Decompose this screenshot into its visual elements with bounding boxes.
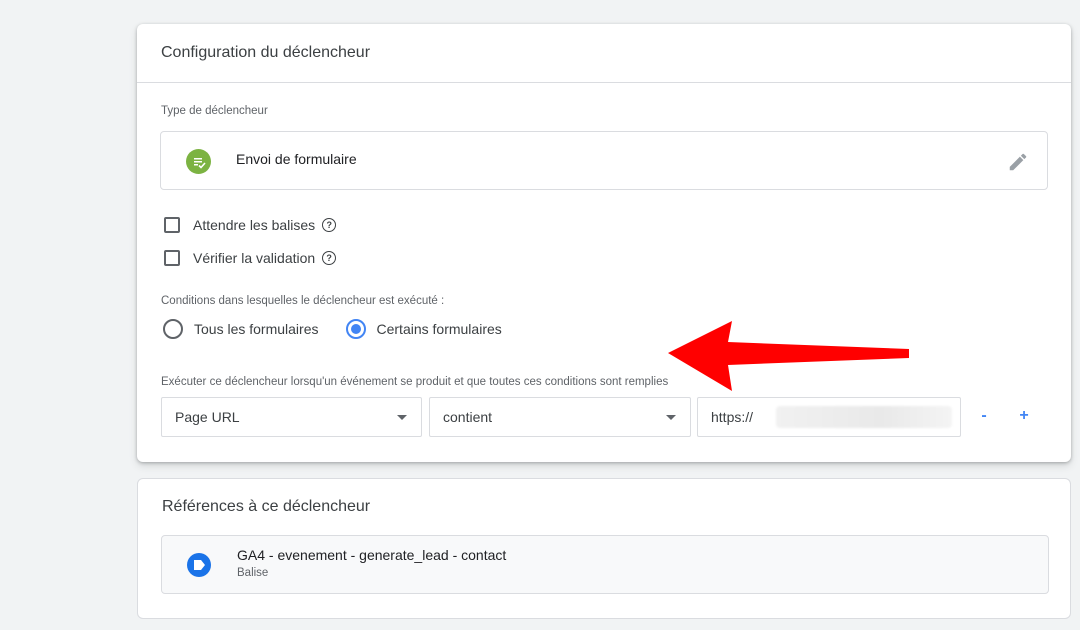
form-scope-radio-group: Tous les formulaires Certains formulaire… — [163, 319, 502, 339]
reference-kind: Balise — [237, 567, 269, 579]
conditions-label: Conditions dans lesquelles le déclencheu… — [161, 295, 445, 307]
value-input[interactable]: https:// — [697, 397, 961, 437]
trigger-configuration-card: Configuration du déclencheur Type de déc… — [137, 24, 1071, 462]
variable-select-value: Page URL — [175, 409, 240, 425]
help-icon[interactable]: ? — [322, 251, 337, 265]
add-condition-button[interactable]: + — [1014, 404, 1034, 428]
radio-all-forms[interactable]: Tous les formulaires — [163, 319, 319, 339]
check-validation-row: Vérifier la validation ? — [164, 250, 337, 266]
rule-label: Exécuter ce déclencheur lorsqu'un événem… — [161, 376, 669, 388]
tag-icon — [187, 553, 211, 577]
red-arrow-annotation — [668, 321, 909, 391]
trigger-type-box[interactable]: Envoi de formulaire — [160, 131, 1048, 190]
chevron-down-icon — [666, 415, 676, 420]
reference-item[interactable]: GA4 - evenement - generate_lead - contac… — [161, 535, 1049, 594]
card-title: Configuration du déclencheur — [137, 24, 1071, 83]
reference-name: GA4 - evenement - generate_lead - contac… — [237, 547, 507, 563]
trigger-references-card: Références à ce déclencheur GA4 - evenem… — [137, 478, 1071, 619]
radio-some-forms-button[interactable] — [345, 319, 366, 339]
form-submit-icon — [186, 149, 211, 174]
value-input-text: https:// — [711, 409, 754, 425]
trigger-type-value: Envoi de formulaire — [236, 151, 357, 167]
radio-some-forms-label: Certains formulaires — [376, 321, 502, 337]
check-validation-checkbox[interactable] — [164, 250, 180, 266]
radio-some-forms[interactable]: Certains formulaires — [345, 319, 502, 339]
operator-select-value: contient — [443, 409, 493, 425]
remove-condition-button[interactable]: - — [974, 404, 994, 428]
wait-for-tags-row: Attendre les balises ? — [164, 217, 337, 233]
check-validation-label: Vérifier la validation — [193, 250, 316, 266]
help-icon[interactable]: ? — [322, 218, 337, 232]
radio-all-forms-label: Tous les formulaires — [194, 321, 319, 337]
operator-select[interactable]: contient — [429, 397, 691, 437]
references-title: Références à ce déclencheur — [162, 498, 371, 515]
variable-select[interactable]: Page URL — [161, 397, 422, 437]
chevron-down-icon — [397, 415, 407, 420]
trigger-type-label: Type de déclencheur — [161, 105, 268, 117]
pencil-icon[interactable] — [1007, 151, 1029, 173]
wait-for-tags-label: Attendre les balises — [193, 217, 316, 233]
redacted-url — [776, 406, 952, 428]
wait-for-tags-checkbox[interactable] — [164, 217, 180, 233]
radio-all-forms-button[interactable] — [163, 319, 183, 339]
